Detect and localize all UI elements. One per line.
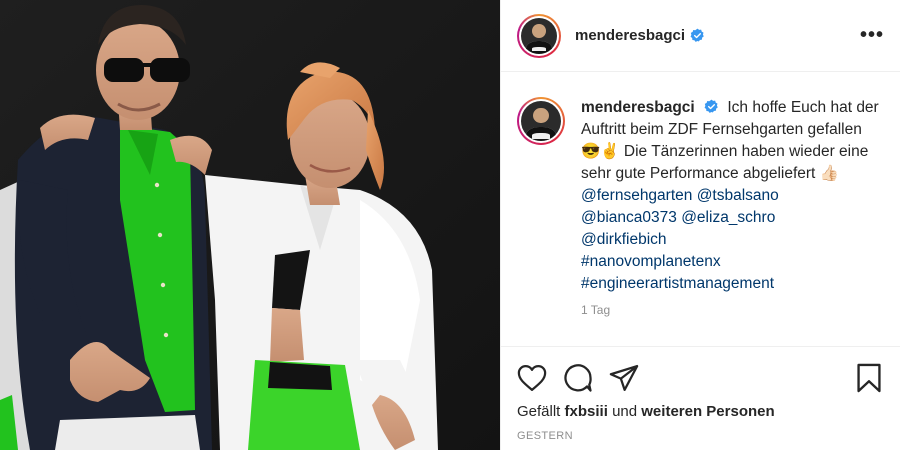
- comment-bubble-icon: [564, 364, 592, 392]
- post-header: menderesbagci •••: [501, 0, 900, 72]
- share-button[interactable]: [609, 363, 639, 393]
- like-button[interactable]: [517, 363, 547, 393]
- post-date: GESTERN: [517, 430, 573, 442]
- post-photo-illustration: [0, 0, 500, 450]
- caption-text: menderesbagci Ich hoffe Euch hat der Auf…: [581, 97, 881, 295]
- author-username[interactable]: menderesbagci: [575, 27, 685, 44]
- likes-others[interactable]: weiteren Personen: [641, 403, 774, 420]
- post-detail-panel: menderesbagci ••• menderesbagci Ich hoff…: [500, 0, 900, 450]
- verified-badge-icon: [690, 28, 704, 42]
- verified-badge-icon: [704, 99, 718, 113]
- author-avatar[interactable]: [517, 13, 561, 58]
- heart-icon: [517, 365, 547, 391]
- likes-summary: Gefällt fxbsiii und weiteren Personen: [517, 403, 884, 420]
- caption-tag-line[interactable]: @bianca0373 @eliza_schro: [581, 207, 881, 229]
- caption-avatar[interactable]: [517, 97, 565, 145]
- likes-connector: und: [612, 403, 638, 420]
- action-bar: [517, 363, 884, 393]
- likes-prefix: Gefällt: [517, 403, 561, 420]
- comment-button[interactable]: [563, 363, 593, 393]
- caption-tag-line[interactable]: #engineerartistmanagement: [581, 273, 881, 295]
- caption-tag-line[interactable]: @dirkfiebich: [581, 229, 881, 251]
- likes-user[interactable]: fxbsiii: [565, 403, 608, 420]
- post-photo[interactable]: [0, 0, 500, 450]
- paper-plane-icon: [609, 365, 639, 391]
- save-button[interactable]: [854, 363, 884, 393]
- more-options-icon[interactable]: •••: [860, 24, 884, 47]
- caption-tag-line[interactable]: #nanovomplanetenx: [581, 251, 881, 273]
- post-actions-block: Gefällt fxbsiii und weiteren Personen GE…: [501, 346, 900, 442]
- caption-tag-line[interactable]: @fernsehgarten @tsbalsano: [581, 185, 881, 207]
- caption-username[interactable]: menderesbagci: [581, 99, 695, 116]
- caption-section: menderesbagci Ich hoffe Euch hat der Auf…: [501, 73, 900, 345]
- caption-timestamp: 1 Tag: [581, 303, 611, 317]
- bookmark-icon: [857, 363, 881, 393]
